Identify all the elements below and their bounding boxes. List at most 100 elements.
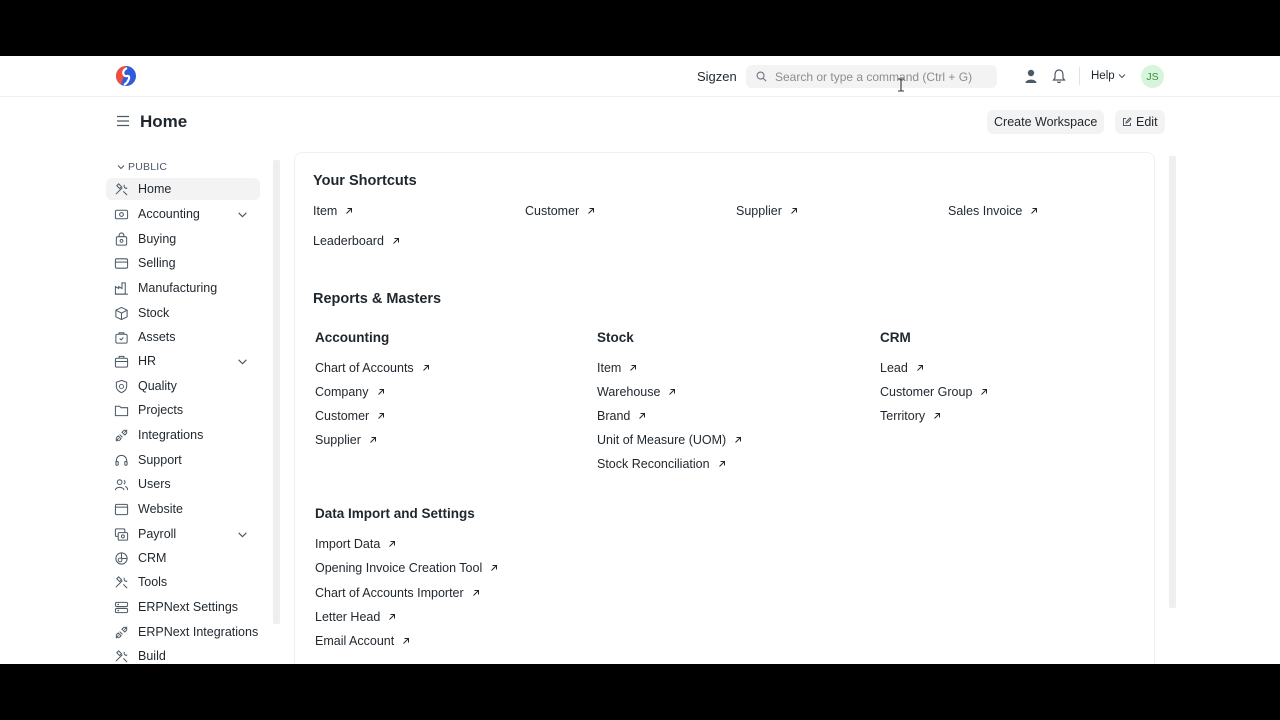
sidebar-item-assets[interactable]: Assets	[106, 326, 260, 348]
search-bar[interactable]	[746, 65, 997, 88]
sidebar-item-erpnext-integrations[interactable]: ERPNext Integrations	[106, 621, 260, 643]
report-link[interactable]: Item	[597, 361, 637, 375]
payroll-icon	[114, 527, 129, 541]
tools-icon	[115, 182, 128, 195]
arrow-up-right-icon	[718, 461, 725, 467]
arrow-up-right-icon	[669, 389, 676, 395]
sidebar-item-tools[interactable]: Tools	[106, 571, 260, 593]
report-link[interactable]: Unit of Measure (UOM)	[597, 433, 742, 447]
sidebar-item-users[interactable]: Users	[106, 473, 260, 495]
shortcuts-title: Your Shortcuts	[313, 173, 417, 189]
folder-icon	[114, 405, 129, 416]
report-link[interactable]: Chart of Accounts	[315, 361, 430, 375]
reports-title: Reports & Masters	[313, 291, 442, 307]
avatar[interactable]: JS	[1141, 65, 1164, 88]
sidebar-item-website[interactable]: Website	[106, 498, 260, 520]
arrow-up-right-icon	[916, 365, 923, 371]
sidebar-item-payroll[interactable]: Payroll	[106, 523, 260, 545]
sidebar-item-hr[interactable]: HR	[106, 350, 260, 372]
shortcut-link[interactable]: Item	[313, 204, 353, 218]
arrow-up-right-icon	[346, 208, 353, 214]
shortcut-link[interactable]: Supplier	[736, 204, 798, 218]
stock-icon	[115, 306, 128, 320]
link-label: Letter Head	[315, 610, 381, 624]
chevron-down-icon[interactable]	[237, 356, 248, 367]
sidebar-item-build[interactable]: Build	[106, 645, 260, 664]
sidebar-item-integrations[interactable]: Integrations	[106, 424, 260, 446]
sidebar-item-crm[interactable]: CRM	[106, 547, 260, 569]
card-title-stock: Stock	[597, 330, 634, 345]
shortcut-link[interactable]: Leaderboard	[313, 234, 400, 248]
sidebar-item-label: Manufacturing	[138, 281, 218, 295]
arrow-up-right-icon	[472, 590, 479, 596]
shortcut-link[interactable]: Sales Invoice	[948, 204, 1038, 218]
sidebar-item-erpnext-settings[interactable]: ERPNext Settings	[106, 596, 260, 618]
report-link[interactable]: Letter Head	[315, 610, 396, 624]
app-logo-icon[interactable]	[115, 65, 137, 87]
sidebar-item-projects[interactable]: Projects	[106, 399, 260, 421]
report-link[interactable]: Company	[315, 385, 385, 399]
link-label: Item	[597, 361, 622, 375]
link-label: Email Account	[315, 634, 395, 648]
notification-bell-icon[interactable]	[1051, 68, 1067, 84]
create-workspace-button[interactable]: Create Workspace	[987, 110, 1105, 134]
report-link[interactable]: Lead	[880, 361, 924, 375]
report-link[interactable]: Email Account	[315, 634, 410, 648]
main-scrollbar[interactable]	[1169, 156, 1176, 608]
report-link[interactable]: Import Data	[315, 537, 396, 551]
help-dropdown[interactable]: Help	[1091, 70, 1126, 82]
sidebar-item-label: Payroll	[138, 527, 177, 541]
report-link[interactable]: Brand	[597, 409, 646, 423]
shortcut-link[interactable]: Customer	[525, 204, 595, 218]
shortcut-label: Leaderboard	[313, 234, 384, 248]
sidebar-item-stock[interactable]: Stock	[106, 302, 260, 324]
hamburger-menu-icon[interactable]	[116, 114, 130, 128]
sidebar-item-quality[interactable]: Quality	[106, 375, 260, 397]
sidebar-item-accounting[interactable]: Accounting	[106, 203, 260, 225]
sidebar-section-header[interactable]: PUBLIC	[117, 161, 167, 173]
report-link[interactable]: Supplier	[315, 433, 377, 447]
link-label: Customer Group	[880, 385, 973, 399]
sidebar-item-label: Selling	[138, 256, 176, 270]
app-window: Sigzen Help JS Home Create Workspace Edi…	[0, 56, 1280, 664]
edit-button[interactable]: Edit	[1115, 110, 1165, 134]
report-link[interactable]: Customer	[315, 409, 385, 423]
sidebar-item-buying[interactable]: Buying	[106, 228, 260, 250]
sidebar-item-label: Buying	[138, 232, 177, 246]
sidebar-item-support[interactable]: Support	[106, 449, 260, 471]
sidebar-item-label: Assets	[138, 330, 176, 344]
report-link[interactable]: Territory	[880, 409, 941, 423]
quality-icon	[115, 379, 128, 393]
report-link[interactable]: Chart of Accounts Importer	[315, 586, 480, 600]
sidebar-scrollbar[interactable]	[273, 160, 280, 624]
arrow-up-right-icon	[422, 365, 429, 371]
page-title: Home	[140, 112, 188, 131]
sidebar-item-selling[interactable]: Selling	[106, 252, 260, 274]
sidebar-item-manufacturing[interactable]: Manufacturing	[106, 277, 260, 299]
report-link[interactable]: Warehouse	[597, 385, 676, 399]
sidebar-item-label: Build	[138, 649, 166, 663]
link-label: Brand	[597, 409, 631, 423]
sidebar-item-label: Home	[138, 182, 172, 196]
sidebar-item-label: Quality	[138, 379, 177, 393]
crm-icon	[115, 551, 128, 565]
arrow-up-right-icon	[791, 208, 797, 214]
sidebar-item-label: Support	[138, 453, 182, 467]
sidebar-item-home[interactable]: Home	[106, 178, 260, 200]
shortcut-label: Supplier	[736, 204, 782, 218]
arrow-up-right-icon	[639, 413, 646, 419]
report-link[interactable]: Stock Reconciliation	[597, 457, 726, 471]
report-link[interactable]: Opening Invoice Creation Tool	[315, 561, 498, 575]
link-label: Stock Reconciliation	[597, 457, 710, 471]
report-link[interactable]: Customer Group	[880, 385, 988, 399]
user-icon[interactable]	[1023, 68, 1039, 84]
company-brand[interactable]: Sigzen	[697, 69, 737, 84]
navbar-divider	[1079, 67, 1080, 85]
hr-icon	[114, 355, 129, 368]
chevron-down-icon	[1118, 74, 1126, 79]
chevron-down-icon[interactable]	[237, 209, 248, 220]
chevron-down-icon	[117, 165, 125, 170]
sidebar-item-label: Projects	[138, 403, 184, 417]
search-input[interactable]	[775, 69, 995, 84]
chevron-down-icon[interactable]	[237, 529, 248, 540]
